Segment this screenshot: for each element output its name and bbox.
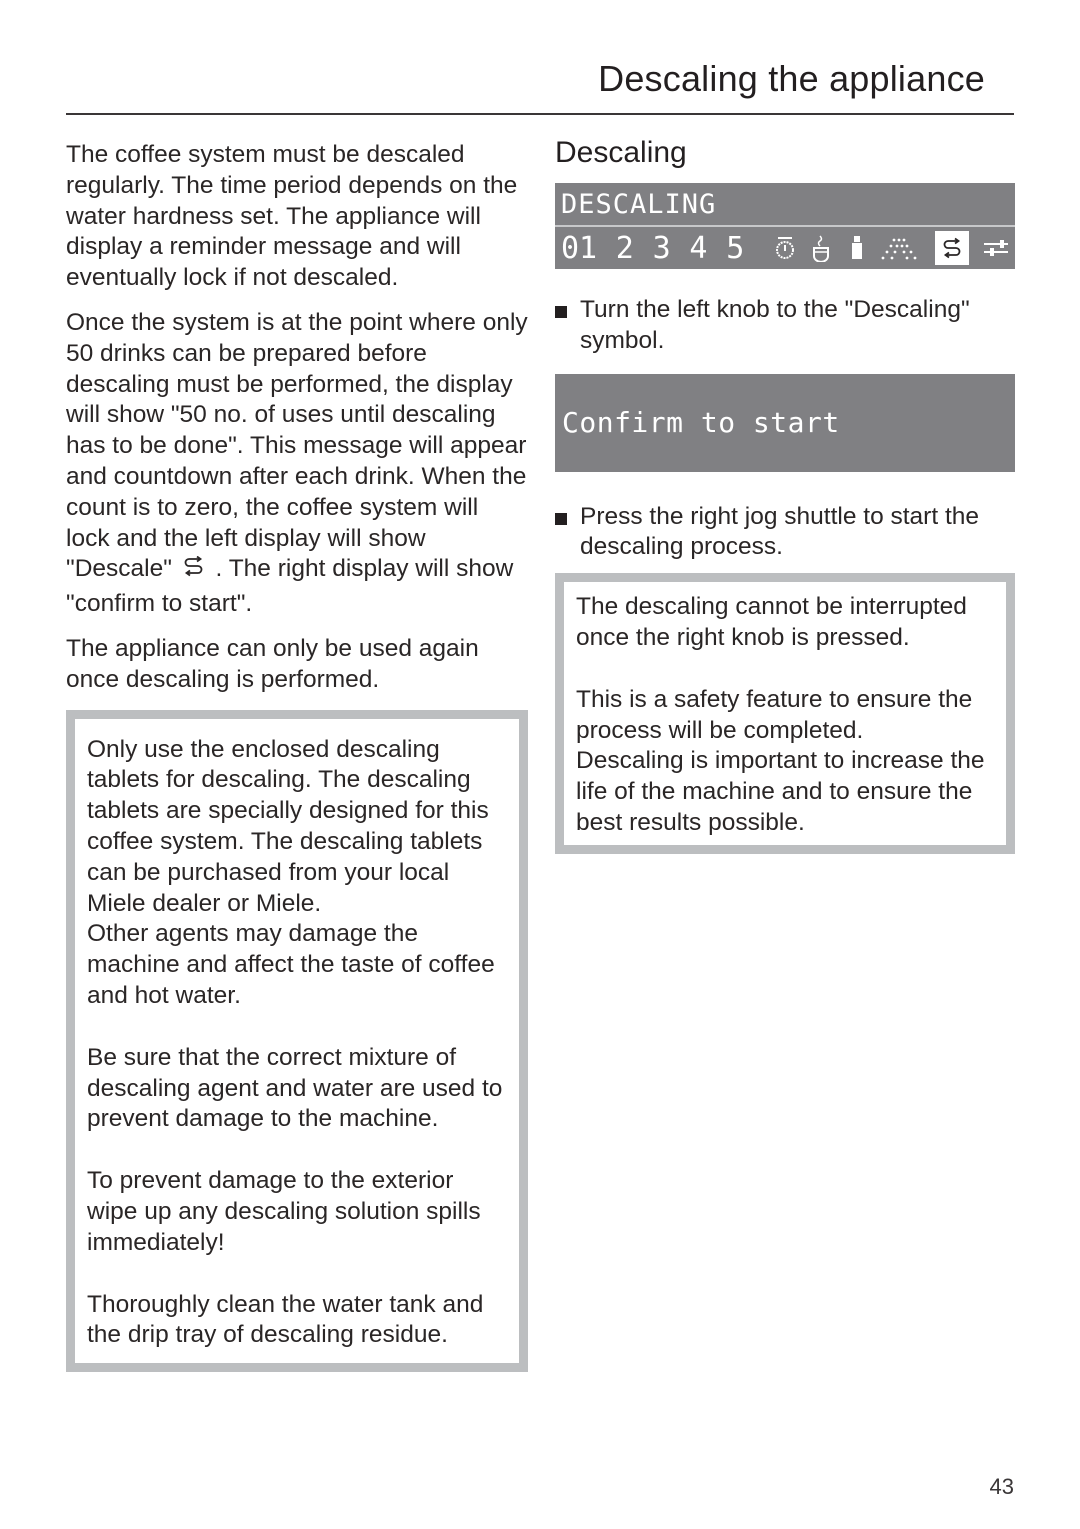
right-column: Descaling DESCALING 01 2 3 4 5 Turn the … [555, 136, 1015, 854]
display-descaling-menu: DESCALING 01 2 3 4 5 [555, 183, 1015, 269]
bullet-square-icon [555, 512, 567, 525]
page-number: 43 [989, 1474, 1014, 1499]
warning-tablets: Only use the enclosed descaling tablets … [87, 735, 495, 1009]
section-heading: Descaling [555, 136, 687, 169]
menu-number-2: 2 [615, 230, 634, 266]
timer-icon [768, 231, 802, 265]
settings-sliders-icon [979, 231, 1013, 265]
display-menu-bar: 01 2 3 4 5 [555, 227, 1015, 269]
page-title: Descaling the appliance [598, 58, 985, 99]
step-text: Press the right jog shuttle to start the… [580, 502, 980, 561]
info-box: The descaling cannot be interrupted once… [555, 573, 1015, 854]
left-column: The coffee system must be descaled regul… [66, 140, 528, 1373]
countdown-text-start: Once the system is at the point where on… [66, 308, 528, 583]
display-confirm-to-start: Confirm to start [555, 373, 1015, 472]
bullet-square-icon [555, 306, 567, 318]
intro-paragraph: The coffee system must be descaled regul… [66, 141, 518, 292]
usage-paragraph: The appliance can only be used again onc… [66, 634, 479, 693]
title-divider [66, 113, 1014, 115]
warning-box: Only use the enclosed descaling tablets … [66, 709, 528, 1373]
display-menu-title: DESCALING [555, 183, 1015, 227]
countdown-paragraph: Once the system is at the point where on… [66, 308, 528, 620]
menu-number-5: 5 [726, 230, 745, 266]
warning-clean: Thoroughly clean the water tank and the … [87, 1290, 484, 1349]
step-turn-knob: Turn the left knob to the "Descaling" sy… [555, 295, 1015, 357]
spray-icon [876, 231, 924, 265]
descale-icon [935, 231, 970, 265]
descale-icon [183, 556, 205, 589]
menu-number-3: 3 [652, 230, 671, 266]
step-text: Turn the left knob to the "Descaling" sy… [580, 296, 970, 354]
warning-spills: To prevent damage to the exterior wipe u… [87, 1167, 481, 1256]
person-icon [840, 231, 874, 265]
step-press-shuttle: Press the right jog shuttle to start the… [555, 502, 1015, 564]
info-interrupt: The descaling cannot be interrupted once… [576, 593, 967, 651]
menu-number-01: 01 [561, 230, 598, 266]
display-confirm-text: Confirm to start [562, 406, 840, 440]
info-safety: This is a safety feature to ensure the p… [576, 685, 985, 836]
cup-icon [804, 231, 838, 265]
menu-number-4: 4 [689, 230, 708, 266]
warning-mixture: Be sure that the correct mixture of desc… [87, 1043, 503, 1133]
